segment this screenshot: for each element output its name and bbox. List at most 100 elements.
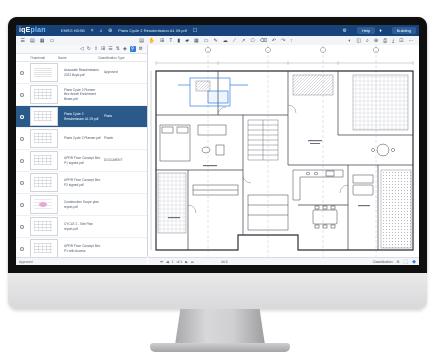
measure-tool-icon[interactable]: ⊞ — [160, 38, 164, 44]
collapse-icon[interactable]: ◁ — [80, 46, 84, 52]
page-navigation: ⏮ ◀ 1 of 1 ▶ ⏭ — [160, 260, 197, 264]
sidebar-column-headers: Thumbnail Name Classification Type — [16, 54, 147, 62]
row-radio[interactable] — [20, 92, 24, 97]
document-row[interactable]: UPRR Floor Concept Bev P1 signed.pdf DOC… — [16, 150, 147, 172]
select-tool-icon[interactable]: ▤ — [139, 38, 144, 44]
document-thumbnail[interactable] — [30, 173, 58, 192]
column-header-classification[interactable]: Classification Type — [98, 56, 143, 60]
polygon-tool-icon[interactable]: ⬠ — [250, 38, 254, 44]
last-page-icon[interactable]: ⏭ — [191, 260, 194, 264]
gear-icon[interactable]: ⚙ — [342, 28, 346, 34]
monitor-chin — [8, 273, 427, 309]
row-radio[interactable] — [20, 158, 24, 163]
next-page-icon[interactable]: ▶ — [185, 260, 188, 264]
sort-icon[interactable]: ⇅ — [116, 46, 120, 52]
line-tool-icon[interactable]: ⟋ — [233, 38, 237, 44]
cloud-tool-icon[interactable]: ☁ — [223, 38, 228, 44]
document-thumbnail[interactable] — [30, 63, 58, 82]
document-thumbnail[interactable] — [30, 195, 58, 214]
document-title[interactable]: Plans Cycle 2 Resubmission A1 09.pdf — [118, 28, 187, 33]
highlight-tool-icon[interactable]: ▰ — [185, 38, 189, 44]
grid-view-icon[interactable]: ⊞ — [101, 46, 105, 52]
print-icon[interactable]: ⎙ — [383, 38, 387, 44]
document-row[interactable]: Associate Resubmission 2022 Boyd.pdf App… — [16, 62, 147, 84]
settings-icon[interactable]: ⚙ — [139, 46, 143, 52]
upload-icon[interactable]: ⇪ — [94, 46, 98, 52]
document-row[interactable]: UPRR Floor Concept Bev P2 signed.pdf — [16, 172, 147, 194]
text-tool-icon[interactable]: T — [169, 38, 172, 44]
sidebar-toggle-icon[interactable]: ☰ — [21, 38, 25, 44]
arrow-tool-icon[interactable]: ↗ — [241, 38, 245, 44]
document-thumbnail[interactable] — [30, 151, 58, 170]
document-row[interactable]: UPRR Floor Concept Bev P1 with Access — [16, 238, 147, 257]
dropdown-icon[interactable]: ⊕ — [108, 28, 112, 34]
layers-icon[interactable]: ◫ — [356, 38, 361, 44]
more-icon[interactable]: ⋯ — [409, 38, 414, 44]
pointer-icon[interactable]: ↑ — [290, 38, 293, 44]
panel-icon[interactable]: ▤ — [30, 38, 35, 44]
grid-icon[interactable]: ⊞ — [397, 260, 400, 264]
first-page-icon[interactable]: ⏮ — [160, 260, 163, 264]
screen: iqEplan ENRG HDSB × 4 ⊕ Plans Cycle 2 Re… — [16, 25, 419, 265]
tag-icon[interactable]: ◈ — [123, 46, 127, 52]
page-total: of 1 — [176, 260, 183, 264]
page-number-input[interactable]: 1 — [172, 260, 174, 264]
pen-tool-icon[interactable]: ✎ — [214, 38, 218, 44]
undo-icon[interactable]: ↶ — [272, 38, 276, 44]
shape-tool-icon[interactable]: ▭ — [204, 38, 209, 44]
bell-icon[interactable]: ♦ — [379, 28, 382, 34]
row-radio[interactable] — [20, 70, 24, 75]
zoom-in-icon[interactable]: ⊕ — [374, 38, 378, 44]
document-row[interactable]: CYCLE 2 - Site Plan report.pdf — [16, 216, 147, 238]
document-row[interactable]: Plans Cycle 2 Planner.pdf Plumb — [16, 128, 147, 150]
row-radio[interactable] — [20, 114, 24, 119]
document-sidebar: ◁ ↻ ⇪ ⊞ ☰ ⇅ ◈ ⚲ ⚙ Thumbnail Name Classif… — [16, 45, 148, 257]
close-icon[interactable]: × — [91, 28, 94, 34]
menu-icon[interactable]: ▭ — [49, 38, 54, 44]
compare-icon[interactable]: ◐ — [348, 38, 351, 44]
tab-home[interactable]: ENRG HDSB — [61, 28, 85, 33]
document-thumbnail[interactable] — [30, 217, 58, 236]
document-name: UPRR Floor Concept Bev P2 signed.pdf — [64, 178, 101, 187]
stamp-tool-icon[interactable]: ▮ — [177, 38, 180, 44]
document-name: Associate Resubmission 2022 Boyd.pdf — [64, 68, 99, 77]
document-thumbnail[interactable] — [30, 85, 58, 104]
column-header-thumbnail[interactable]: Thumbnail — [16, 56, 58, 60]
document-thumbnail[interactable] — [30, 129, 58, 148]
row-radio[interactable] — [20, 202, 24, 207]
calc-tool-icon[interactable]: ▦ — [194, 38, 199, 44]
plan-canvas[interactable] — [148, 45, 419, 257]
lock-icon[interactable]: ⊡ — [399, 38, 403, 44]
refresh-icon[interactable]: ↻ — [87, 46, 91, 52]
user-menu-button[interactable]: Building — [391, 27, 416, 34]
search-icon[interactable]: ⌕ — [366, 38, 369, 44]
row-radio[interactable] — [20, 136, 24, 141]
fit-page-icon[interactable]: ⬚ — [403, 259, 408, 265]
row-radio[interactable] — [20, 246, 24, 251]
row-radio[interactable] — [20, 224, 24, 229]
document-classification: DOCUMENT — [104, 158, 123, 163]
list-view-icon[interactable]: ☰ — [108, 46, 112, 52]
document-row[interactable]: Construction Scope plan report.pdf — [16, 194, 147, 216]
canvas-statusbar: ⏮ ◀ 1 of 1 ▶ ⏭ 44.5 Classification ⊞ ⬚ ◆ — [148, 257, 419, 265]
document-thumbnail[interactable] — [30, 239, 58, 257]
row-radio[interactable] — [20, 180, 24, 185]
help-button[interactable]: Help — [356, 27, 376, 34]
info-icon[interactable]: ◆ — [412, 259, 416, 265]
pan-tool-icon[interactable]: ✋ — [149, 38, 155, 44]
zoom-level[interactable]: 44.5 — [221, 260, 228, 264]
bookmark-icon[interactable]: ▦ — [40, 38, 45, 44]
column-header-name[interactable]: Name — [58, 56, 98, 60]
filter-icon[interactable]: ⚲ — [129, 46, 136, 52]
document-classification: Approved — [104, 70, 118, 75]
document-row-selected[interactable]: Plans Cycle 2 Resubmission A1 09.pdf Pla… — [16, 106, 147, 128]
document-row[interactable]: Plans Cycle 2 Pioneer Bev Arwell Enrichm… — [16, 84, 147, 106]
prev-page-icon[interactable]: ◀ — [166, 260, 169, 264]
document-classification: Plumb — [104, 136, 114, 141]
document-thumbnail[interactable] — [30, 107, 58, 126]
redo-icon[interactable]: ↷ — [281, 38, 285, 44]
download-icon[interactable]: ⤓ — [392, 38, 394, 44]
eraser-tool-icon[interactable]: ⌫ — [260, 38, 267, 44]
document-menu-icon[interactable]: ☐ — [193, 28, 197, 34]
classification-label[interactable]: Classification — [373, 260, 393, 264]
